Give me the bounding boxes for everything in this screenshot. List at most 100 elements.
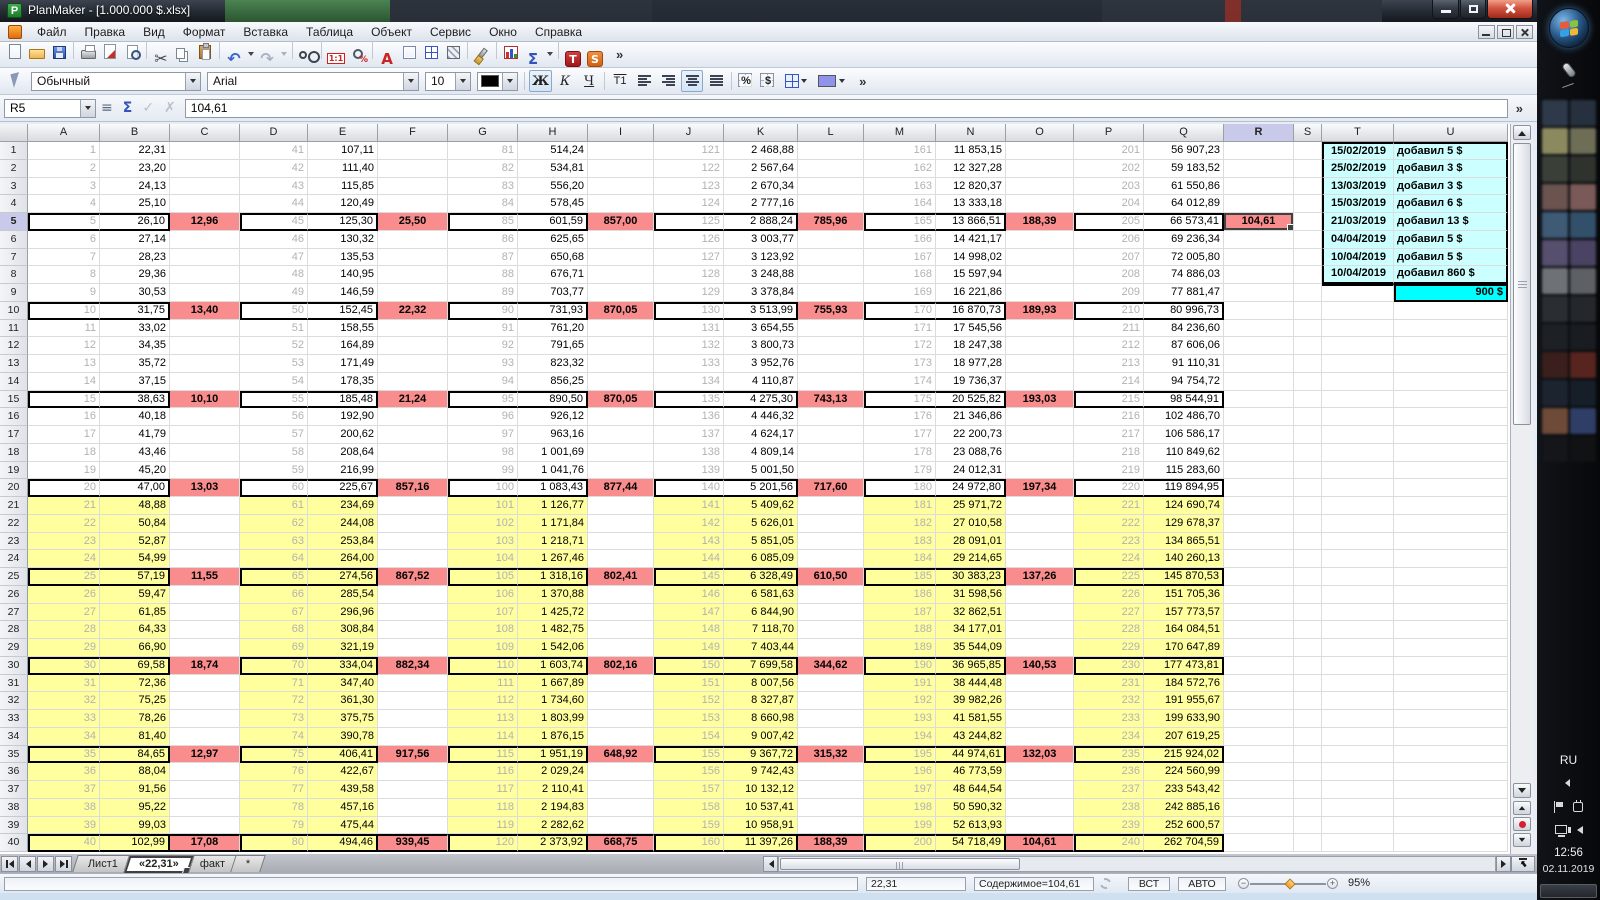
row-header-11[interactable]: 11 bbox=[0, 320, 28, 338]
cell-Q6[interactable]: 69 236,34 bbox=[1144, 231, 1224, 249]
close-button[interactable] bbox=[1487, 0, 1533, 19]
cell-M40[interactable]: 200 bbox=[864, 834, 936, 852]
cell-P7[interactable]: 207 bbox=[1074, 249, 1144, 267]
cell-M19[interactable]: 179 bbox=[864, 462, 936, 480]
cell-Q20[interactable]: 119 894,95 bbox=[1144, 479, 1224, 497]
cell-N32[interactable]: 39 982,26 bbox=[936, 692, 1006, 710]
column-header-M[interactable]: M bbox=[864, 124, 936, 142]
cell-P28[interactable]: 228 bbox=[1074, 621, 1144, 639]
cell-I4[interactable] bbox=[588, 195, 654, 213]
cell-M30[interactable]: 190 bbox=[864, 657, 936, 675]
menu-item-Окно[interactable]: Окно bbox=[480, 23, 526, 41]
cell-N35[interactable]: 44 974,61 bbox=[936, 746, 1006, 764]
cell-J37[interactable]: 157 bbox=[654, 781, 724, 799]
cell-K7[interactable]: 3 123,92 bbox=[724, 249, 798, 267]
cell-O21[interactable] bbox=[1006, 497, 1074, 515]
menu-item-Вставка[interactable]: Вставка bbox=[234, 23, 297, 41]
cell-I10[interactable]: 870,05 bbox=[588, 302, 654, 320]
cell-S26[interactable] bbox=[1294, 586, 1322, 604]
cell-Q29[interactable]: 170 647,89 bbox=[1144, 639, 1224, 657]
percent-format-button[interactable]: % bbox=[735, 70, 757, 92]
menu-item-Файл[interactable]: Файл bbox=[28, 23, 76, 41]
cell-G27[interactable]: 107 bbox=[448, 604, 518, 622]
cell-J21[interactable]: 141 bbox=[654, 497, 724, 515]
cell-T8[interactable]: 10/04/2019 bbox=[1322, 266, 1394, 284]
cell-K35[interactable]: 9 367,72 bbox=[724, 746, 798, 764]
cell-L16[interactable] bbox=[798, 408, 864, 426]
cell-R9[interactable] bbox=[1224, 284, 1294, 302]
column-header-R[interactable]: R bbox=[1224, 124, 1294, 142]
cell-J22[interactable]: 142 bbox=[654, 515, 724, 533]
zoom-slider-handle[interactable] bbox=[1284, 878, 1295, 889]
cell-C2[interactable] bbox=[170, 160, 240, 178]
cell-F16[interactable] bbox=[378, 408, 448, 426]
cell-H9[interactable]: 703,77 bbox=[518, 284, 588, 302]
horizontal-scrollbar[interactable]: ⬉ bbox=[763, 855, 1535, 872]
cell-B17[interactable]: 41,79 bbox=[100, 426, 170, 444]
cell-Q4[interactable]: 64 012,89 bbox=[1144, 195, 1224, 213]
cell-Q16[interactable]: 102 486,70 bbox=[1144, 408, 1224, 426]
cell-K22[interactable]: 5 626,01 bbox=[724, 515, 798, 533]
cell-B15[interactable]: 38,63 bbox=[100, 391, 170, 409]
cell-N29[interactable]: 35 544,09 bbox=[936, 639, 1006, 657]
cell-P39[interactable]: 239 bbox=[1074, 817, 1144, 835]
cell-J14[interactable]: 134 bbox=[654, 373, 724, 391]
cell-P29[interactable]: 229 bbox=[1074, 639, 1144, 657]
cell-P35[interactable]: 235 bbox=[1074, 746, 1144, 764]
cell-B9[interactable]: 30,53 bbox=[100, 284, 170, 302]
cell-L34[interactable] bbox=[798, 728, 864, 746]
cell-H12[interactable]: 791,65 bbox=[518, 337, 588, 355]
cell-T3[interactable]: 13/03/2019 bbox=[1322, 178, 1394, 196]
cell-I28[interactable] bbox=[588, 621, 654, 639]
cell-G34[interactable]: 114 bbox=[448, 728, 518, 746]
cell-H23[interactable]: 1 218,71 bbox=[518, 533, 588, 551]
row-header-2[interactable]: 2 bbox=[0, 160, 28, 178]
cell-I12[interactable] bbox=[588, 337, 654, 355]
cell-H25[interactable]: 1 318,16 bbox=[518, 568, 588, 586]
pinned-app-tile[interactable] bbox=[1570, 212, 1596, 238]
cell-D29[interactable]: 69 bbox=[240, 639, 308, 657]
cell-F25[interactable]: 867,52 bbox=[378, 568, 448, 586]
cell-E6[interactable]: 130,32 bbox=[308, 231, 378, 249]
cell-G12[interactable]: 92 bbox=[448, 337, 518, 355]
cell-H11[interactable]: 761,20 bbox=[518, 320, 588, 338]
cell-T15[interactable] bbox=[1322, 391, 1394, 409]
row-header-17[interactable]: 17 bbox=[0, 426, 28, 444]
cell-T13[interactable] bbox=[1322, 355, 1394, 373]
cell-S2[interactable] bbox=[1294, 160, 1322, 178]
cell-C24[interactable] bbox=[170, 550, 240, 568]
cell-N18[interactable]: 23 088,76 bbox=[936, 444, 1006, 462]
cell-A30[interactable]: 30 bbox=[28, 657, 100, 675]
cell-K11[interactable]: 3 654,55 bbox=[724, 320, 798, 338]
cell-L40[interactable]: 188,39 bbox=[798, 834, 864, 852]
cell-A24[interactable]: 24 bbox=[28, 550, 100, 568]
cell-D2[interactable]: 42 bbox=[240, 160, 308, 178]
cell-G14[interactable]: 94 bbox=[448, 373, 518, 391]
cell-E21[interactable]: 234,69 bbox=[308, 497, 378, 515]
cell-L10[interactable]: 755,93 bbox=[798, 302, 864, 320]
cell-L30[interactable]: 344,62 bbox=[798, 657, 864, 675]
clock-time[interactable]: 12:56 bbox=[1537, 847, 1600, 859]
cell-J39[interactable]: 159 bbox=[654, 817, 724, 835]
cell-R35[interactable] bbox=[1224, 746, 1294, 764]
cell-T19[interactable] bbox=[1322, 462, 1394, 480]
cell-F36[interactable] bbox=[378, 763, 448, 781]
cell-L33[interactable] bbox=[798, 710, 864, 728]
menu-item-Справка[interactable]: Справка bbox=[526, 23, 591, 41]
cell-T2[interactable]: 25/02/2019 bbox=[1322, 160, 1394, 178]
cell-J33[interactable]: 153 bbox=[654, 710, 724, 728]
cell-M13[interactable]: 173 bbox=[864, 355, 936, 373]
cell-H36[interactable]: 2 029,24 bbox=[518, 763, 588, 781]
cell-H39[interactable]: 2 282,62 bbox=[518, 817, 588, 835]
cell-J23[interactable]: 143 bbox=[654, 533, 724, 551]
cell-Q8[interactable]: 74 886,03 bbox=[1144, 266, 1224, 284]
cell-K18[interactable]: 4 809,14 bbox=[724, 444, 798, 462]
cell-M29[interactable]: 189 bbox=[864, 639, 936, 657]
zoom-in-button[interactable]: + bbox=[1327, 878, 1338, 889]
column-header-E[interactable]: E bbox=[308, 124, 378, 142]
row-header-40[interactable]: 40 bbox=[0, 834, 28, 852]
cell-L31[interactable] bbox=[798, 675, 864, 693]
chart-icon[interactable] bbox=[500, 41, 522, 63]
cell-O20[interactable]: 197,34 bbox=[1006, 479, 1074, 497]
cell-N19[interactable]: 24 012,31 bbox=[936, 462, 1006, 480]
